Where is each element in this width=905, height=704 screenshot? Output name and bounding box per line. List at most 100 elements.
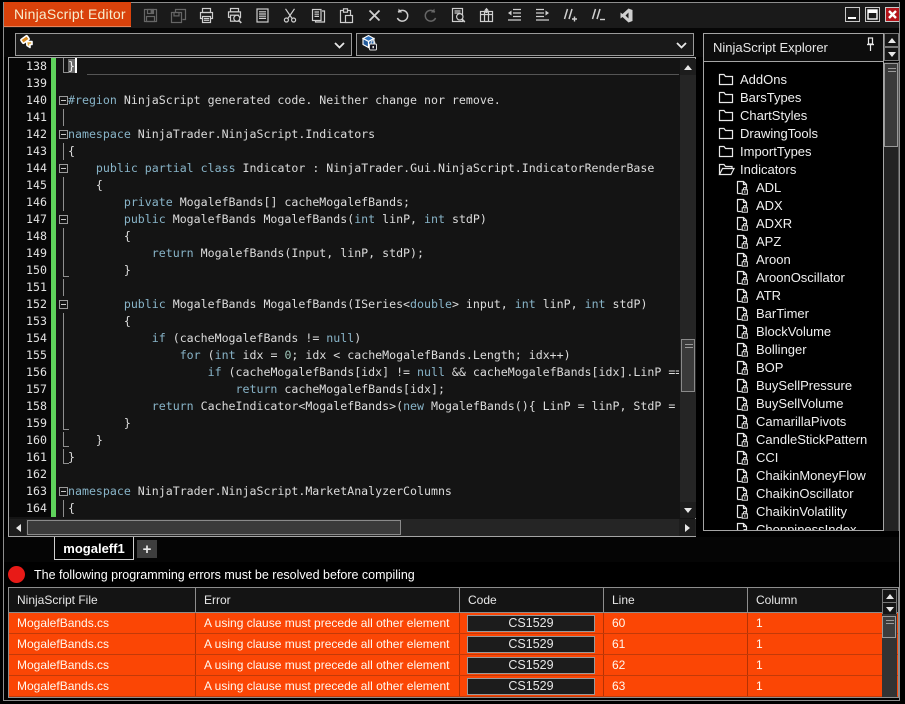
tree-item-chartstyles[interactable]: ChartStyles <box>704 106 883 124</box>
tree-item-chaikinmoneyflow[interactable]: ChaikinMoneyFlow <box>704 466 883 484</box>
code-line-141[interactable]: 141 <box>9 109 679 126</box>
save-all-icon[interactable] <box>168 6 188 26</box>
fold-collapse-box[interactable] <box>56 92 68 109</box>
tree-item-candlestickpattern[interactable]: CandleStickPattern <box>704 430 883 448</box>
close-button[interactable] <box>885 7 900 22</box>
scroll-down-icon[interactable] <box>680 502 696 518</box>
scroll-up-icon[interactable] <box>680 59 696 75</box>
code-line-158[interactable]: 158 return CacheIndicator<MogalefBands>(… <box>9 398 679 415</box>
tree-item-barstypes[interactable]: BarsTypes <box>704 88 883 106</box>
code-line-163[interactable]: 163namespace NinjaTrader.NinjaScript.Mar… <box>9 483 679 500</box>
code-line-164[interactable]: 164{ <box>9 500 679 517</box>
editor-hscroll-thumb[interactable] <box>27 520 401 535</box>
delete-icon[interactable] <box>364 6 384 26</box>
tree-item-bartimer[interactable]: BarTimer <box>704 304 883 322</box>
explorer-scrollbar[interactable] <box>884 62 899 531</box>
error-row-line-63[interactable]: MogalefBands.csA using clause must prece… <box>9 676 898 697</box>
code-line-151[interactable]: 151 <box>9 279 679 296</box>
method-combobox-chevron-icon[interactable] <box>676 36 687 54</box>
tree-item-bop[interactable]: BOP <box>704 358 883 376</box>
code-line-150[interactable]: 150 } <box>9 262 679 279</box>
tree-item-addons[interactable]: AddOns <box>704 70 883 88</box>
visual-studio-icon[interactable] <box>616 6 636 26</box>
undo-icon[interactable] <box>392 6 412 26</box>
tree-item-bollinger[interactable]: Bollinger <box>704 340 883 358</box>
class-combobox[interactable] <box>15 33 352 56</box>
comment-icon[interactable] <box>560 6 580 26</box>
code-line-155[interactable]: 155 for (int idx = 0; idx < cacheMogalef… <box>9 347 679 364</box>
scroll-right-icon[interactable] <box>679 519 695 536</box>
column-header-column[interactable]: Column <box>748 588 883 612</box>
tree-item-apz[interactable]: APZ <box>704 232 883 250</box>
error-table-scrollbar[interactable] <box>882 588 897 697</box>
column-header-line[interactable]: Line <box>604 588 748 612</box>
compile-icon[interactable] <box>476 6 496 26</box>
code-line-153[interactable]: 153 { <box>9 313 679 330</box>
tree-item-camarillapivots[interactable]: CamarillaPivots <box>704 412 883 430</box>
fold-collapse-box[interactable] <box>56 160 68 177</box>
fold-collapse-box[interactable] <box>56 483 68 500</box>
find-icon[interactable] <box>448 6 468 26</box>
code-line-160[interactable]: 160 } <box>9 432 679 449</box>
error-row-line-60[interactable]: MogalefBands.csA using clause must prece… <box>9 613 898 634</box>
tree-item-importtypes[interactable]: ImportTypes <box>704 142 883 160</box>
scroll-down-icon[interactable] <box>884 47 899 61</box>
code-line-140[interactable]: 140#region NinjaScript generated code. N… <box>9 92 679 109</box>
tree-item-blockvolume[interactable]: BlockVolume <box>704 322 883 340</box>
tree-item-buysellvolume[interactable]: BuySellVolume <box>704 394 883 412</box>
tree-item-buysellpressure[interactable]: BuySellPressure <box>704 376 883 394</box>
uncomment-icon[interactable] <box>588 6 608 26</box>
code-line-148[interactable]: 148 { <box>9 228 679 245</box>
fold-collapse-box[interactable] <box>56 296 68 313</box>
code-line-144[interactable]: 144 public partial class Indicator : Nin… <box>9 160 679 177</box>
paste-icon[interactable] <box>336 6 356 26</box>
code-line-146[interactable]: 146 private MogalefBands[] cacheMogalefB… <box>9 194 679 211</box>
code-line-161[interactable]: 161} <box>9 449 679 466</box>
code-line-147[interactable]: 147 public MogalefBands MogalefBands(int… <box>9 211 679 228</box>
print-preview-icon[interactable] <box>224 6 244 26</box>
tree-item-aroon[interactable]: Aroon <box>704 250 883 268</box>
code-line-157[interactable]: 157 return cacheMogalefBands[idx]; <box>9 381 679 398</box>
tree-item-indicators[interactable]: Indicators <box>704 160 883 178</box>
column-header-code[interactable]: Code <box>460 588 604 612</box>
class-combobox-chevron-icon[interactable] <box>334 36 345 54</box>
code-line-154[interactable]: 154 if (cacheMogalefBands != null) <box>9 330 679 347</box>
print-icon[interactable] <box>196 6 216 26</box>
code-line-142[interactable]: 142namespace NinjaTrader.NinjaScript.Ind… <box>9 126 679 143</box>
error-row-line-61[interactable]: MogalefBands.csA using clause must prece… <box>9 634 898 655</box>
code-line-156[interactable]: 156 if (cacheMogalefBands[idx] != null &… <box>9 364 679 381</box>
tree-item-choppinessindex[interactable]: ChoppinessIndex <box>704 520 883 531</box>
tree-item-drawingtools[interactable]: DrawingTools <box>704 124 883 142</box>
method-combobox[interactable] <box>356 33 694 56</box>
tree-item-adxr[interactable]: ADXR <box>704 214 883 232</box>
code-line-159[interactable]: 159 } <box>9 415 679 432</box>
save-icon[interactable] <box>140 6 160 26</box>
fold-collapse-box[interactable] <box>56 211 68 228</box>
tree-item-chaikinvolatility[interactable]: ChaikinVolatility <box>704 502 883 520</box>
minimize-button[interactable] <box>845 7 860 22</box>
scroll-up-icon[interactable] <box>884 33 899 47</box>
column-header-error[interactable]: Error <box>196 588 460 612</box>
scroll-up-icon[interactable] <box>882 589 897 603</box>
document-icon[interactable] <box>252 6 272 26</box>
code-line-152[interactable]: 152 public MogalefBands MogalefBands(ISe… <box>9 296 679 313</box>
code-editor[interactable]: 138}139140#region NinjaScript generated … <box>8 57 696 537</box>
code-line-143[interactable]: 143{ <box>9 143 679 160</box>
column-header-ninjascript-file[interactable]: NinjaScript File <box>9 588 196 612</box>
code-line-138[interactable]: 138} <box>9 58 679 75</box>
scroll-left-icon[interactable] <box>10 519 26 536</box>
redo-icon[interactable] <box>420 6 440 26</box>
maximize-button[interactable] <box>865 7 880 22</box>
add-tab-button[interactable]: + <box>137 540 157 558</box>
explorer-scroll-thumb[interactable] <box>884 63 898 147</box>
tree-item-aroonoscillator[interactable]: AroonOscillator <box>704 268 883 286</box>
error-row-line-62[interactable]: MogalefBands.csA using clause must prece… <box>9 655 898 676</box>
copy-icon[interactable] <box>308 6 328 26</box>
indent-icon[interactable] <box>532 6 552 26</box>
fold-collapse-box[interactable] <box>56 126 68 143</box>
tree-item-cci[interactable]: CCI <box>704 448 883 466</box>
tree-item-atr[interactable]: ATR <box>704 286 883 304</box>
tree-item-adl[interactable]: ADL <box>704 178 883 196</box>
editor-vscroll-thumb[interactable] <box>681 339 695 392</box>
cut-icon[interactable] <box>280 6 300 26</box>
